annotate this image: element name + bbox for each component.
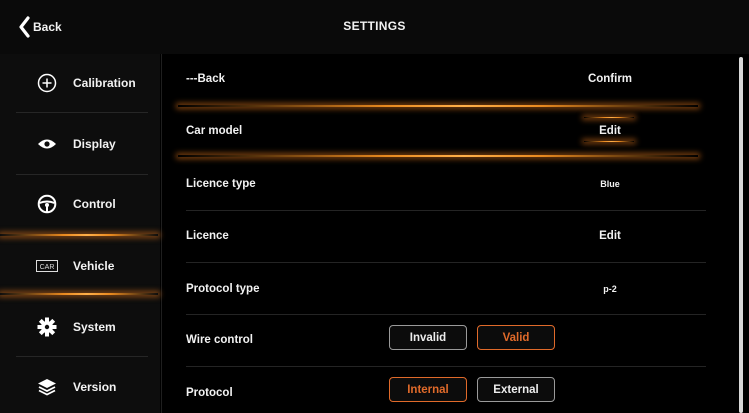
row-protocol-type[interactable]: Protocol type p-2 <box>162 262 737 314</box>
row-label: Car model <box>186 125 243 137</box>
confirm-button[interactable]: Confirm <box>580 73 640 85</box>
protocol-external-button[interactable]: External <box>477 377 555 402</box>
steering-wheel-icon <box>36 193 58 215</box>
row-selection-glow-bottom <box>178 155 698 157</box>
sidebar-separator <box>16 174 148 175</box>
row-car-model[interactable]: Car model Edit <box>162 106 737 158</box>
sidebar-item-label: Version <box>73 379 117 394</box>
sidebar-item-label: System <box>73 319 116 334</box>
gear-icon <box>36 316 58 338</box>
wire-control-invalid-button[interactable]: Invalid <box>389 325 467 350</box>
row-label: Wire control <box>186 334 253 346</box>
scrollbar[interactable] <box>739 57 743 413</box>
sidebar-item-label: Display <box>73 136 116 151</box>
eye-icon <box>36 133 58 155</box>
row-label: Licence <box>186 230 229 242</box>
sidebar-item-label: Vehicle <box>73 258 115 273</box>
sidebar-item-label: Calibration <box>73 75 136 90</box>
protocol-type-value[interactable]: p-2 <box>580 284 640 294</box>
sidebar-item-vehicle[interactable]: CAR Vehicle <box>0 240 160 291</box>
sidebar-item-display[interactable]: Display <box>0 118 160 169</box>
row-label: Protocol <box>186 387 233 399</box>
edit-highlight-bottom <box>584 141 634 142</box>
sidebar-item-version[interactable]: Version <box>0 361 160 412</box>
top-bar: Back SETTINGS <box>0 0 749 54</box>
row-label: ---Back <box>186 73 225 85</box>
selection-glow-top <box>0 234 158 236</box>
row-back[interactable]: ---Back Confirm <box>162 54 737 106</box>
sidebar-separator <box>16 356 148 357</box>
layers-icon <box>36 376 58 398</box>
sidebar-item-system[interactable]: System <box>0 301 160 352</box>
protocol-internal-button[interactable]: Internal <box>389 377 467 402</box>
row-licence-type[interactable]: Licence type Blue <box>162 158 737 210</box>
row-licence[interactable]: Licence Edit <box>162 210 737 262</box>
svg-text:CAR: CAR <box>40 264 55 271</box>
sidebar-item-control[interactable]: Control <box>0 178 160 229</box>
car-badge-icon: CAR <box>36 255 58 277</box>
page-title: SETTINGS <box>343 19 406 33</box>
selection-glow-bottom <box>0 293 158 295</box>
edit-highlight-top <box>584 117 634 118</box>
row-wire-control: Wire control Invalid Valid <box>162 314 737 366</box>
row-label: Licence type <box>186 178 256 190</box>
row-label: Protocol type <box>186 283 260 295</box>
licence-type-value[interactable]: Blue <box>580 179 640 189</box>
car-model-edit-button[interactable]: Edit <box>580 125 640 137</box>
wire-control-valid-button[interactable]: Valid <box>477 325 555 350</box>
sidebar-separator <box>16 112 148 113</box>
sidebar-item-calibration[interactable]: Calibration <box>0 57 160 108</box>
sidebar-item-label: Control <box>73 196 116 211</box>
plus-circle-icon <box>36 72 58 94</box>
row-protocol: Protocol Internal External <box>162 366 737 413</box>
licence-edit-button[interactable]: Edit <box>580 230 640 242</box>
settings-list: ---Back Confirm Car model Edit Licence t… <box>162 54 737 413</box>
